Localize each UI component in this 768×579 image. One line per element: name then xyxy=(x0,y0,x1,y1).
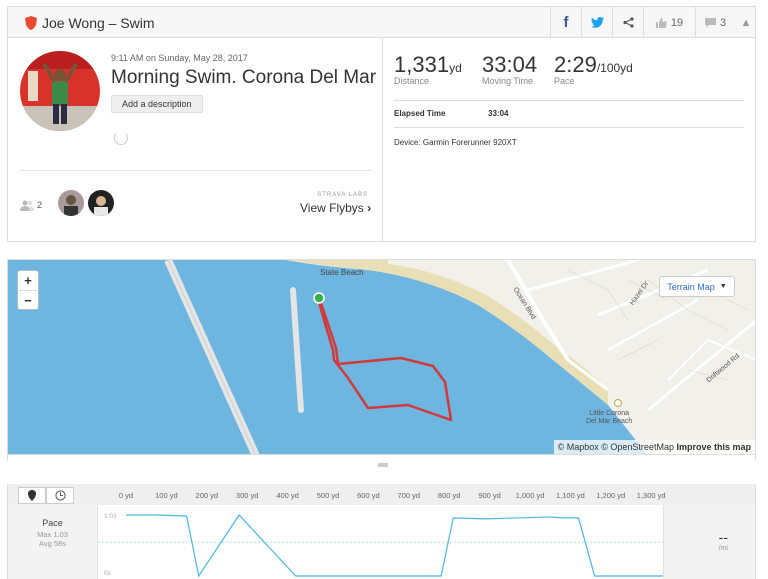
group-athlete-avatar[interactable] xyxy=(88,190,114,216)
kudos-button[interactable]: 19 xyxy=(643,7,695,38)
activity-map[interactable]: + − State Beach Ocean Blvd Hazel Dr Drif… xyxy=(7,259,756,455)
pace-readout-unit: /mi xyxy=(718,545,728,552)
avatar-photo xyxy=(20,51,100,131)
x-tick-label: 800 yd xyxy=(437,491,461,500)
y-tick-label: 0s xyxy=(104,570,112,577)
zoom-controls: + − xyxy=(17,270,39,310)
divider xyxy=(394,100,744,101)
group-athlete-avatar[interactable] xyxy=(58,190,84,216)
x-tick-label: 0 yd xyxy=(118,491,134,500)
view-flybys-label: View Flybys xyxy=(300,201,364,215)
activity-name[interactable]: Morning Swim. Corona Del Mar xyxy=(111,67,376,89)
kudos-count: 19 xyxy=(670,16,684,29)
x-tick-label: 100 yd xyxy=(155,491,178,500)
pace-series-line xyxy=(126,514,664,578)
comments-button[interactable]: 3 xyxy=(695,7,735,38)
twitter-icon xyxy=(590,17,604,28)
mapbox-link[interactable]: © Mapbox xyxy=(558,442,599,452)
distance-label: Distance xyxy=(394,76,430,86)
chart-toolbar: 0 yd 100 yd 200 yd 300 yd 400 yd 500 yd 600 yd… xyxy=(8,484,755,505)
distance-unit: yd xyxy=(449,61,462,75)
athletes-icon xyxy=(20,200,34,211)
zoom-out-button[interactable]: − xyxy=(18,291,38,311)
x-tick-label: 900 yd xyxy=(478,491,501,500)
pace-readout: -- /mi xyxy=(663,505,755,579)
map-attribution: © Mapbox © OpenStreetMap Improve this ma… xyxy=(553,440,755,454)
divider xyxy=(394,127,744,128)
drag-handle-icon xyxy=(378,463,388,467)
collapse-button[interactable]: ▲ xyxy=(735,7,757,38)
pin-icon xyxy=(28,490,36,501)
comment-count: 3 xyxy=(719,16,727,29)
caret-down-icon: ▼ xyxy=(719,283,727,290)
pace-readout-value: -- xyxy=(718,529,728,545)
map-label-beach: State Beach xyxy=(320,268,364,277)
elapsed-time-value: 33:04 xyxy=(488,109,509,118)
facebook-icon: f xyxy=(563,14,569,31)
activity-stats-pane: 1,331yd Distance 33:04 Moving Time 2:29/… xyxy=(384,38,756,241)
activity-details-pane: 9:11 AM on Sunday, May 28, 2017 Morning … xyxy=(8,38,383,241)
activity-page: Joe Wong – Swim f 19 3 ▲ 9:11 AM on Sund… xyxy=(0,0,768,579)
pace-value: 2:29 xyxy=(554,52,597,77)
activity-summary-card: Joe Wong – Swim f 19 3 ▲ 9:11 AM on Sund… xyxy=(7,6,756,242)
map-label-beach: Little Corona Del Mar Beach xyxy=(586,410,633,425)
moving-time-stat: 33:04 Moving Time xyxy=(482,52,537,86)
chevron-up-icon: ▲ xyxy=(740,16,752,29)
x-tick-label: 700 yd xyxy=(397,491,421,500)
chevron-right-icon: › xyxy=(367,201,372,215)
osm-link[interactable]: © OpenStreetMap xyxy=(601,442,674,452)
pace-max: Max 1:03 xyxy=(37,530,68,539)
terrain-map-select[interactable]: Terrain Map ▼ xyxy=(659,276,735,297)
terrain-map-label: Terrain Map xyxy=(667,281,715,292)
strava-labs-label: STRAVA LABS xyxy=(317,192,368,198)
device-info: Device: Garmin Forerunner 920XT xyxy=(394,138,517,147)
pace-avg: Avg 58s xyxy=(39,539,66,548)
pace-unit: /100yd xyxy=(596,61,633,75)
x-tick-label: 300 yd xyxy=(235,491,259,500)
activity-title: Joe Wong – Swim xyxy=(42,15,155,31)
x-tick-label: 400 yd xyxy=(276,491,299,500)
x-tick-label: 600 yd xyxy=(357,491,380,500)
athlete-count: 2 xyxy=(37,200,43,210)
activity-datetime: 9:11 AM on Sunday, May 28, 2017 xyxy=(111,53,248,63)
share-icon xyxy=(622,17,634,28)
distance-value: 1,331 xyxy=(394,52,450,77)
twitter-share-button[interactable] xyxy=(581,7,612,38)
loading-spinner-icon xyxy=(114,131,128,145)
map-resize-handle[interactable] xyxy=(7,455,756,467)
x-tick-label: 1,200 yd xyxy=(596,491,626,500)
x-tick-label: 500 yd xyxy=(316,491,340,500)
share-button[interactable] xyxy=(612,7,643,38)
x-tick-label: 1,000 yd xyxy=(515,491,545,500)
comment-icon xyxy=(704,17,716,27)
pace-legend: Pace Max 1:03 Avg 58s xyxy=(8,505,98,579)
activity-type-icon xyxy=(25,16,37,30)
activity-header: Joe Wong – Swim f 19 3 ▲ xyxy=(8,7,755,38)
distance-mode-button[interactable] xyxy=(18,487,46,504)
improve-map-link[interactable]: Improve this map xyxy=(676,442,751,452)
x-tick-label: 1,100 yd xyxy=(556,491,585,500)
moving-time-label: Moving Time xyxy=(482,76,534,86)
add-description-button[interactable]: Add a description xyxy=(111,95,203,113)
divider xyxy=(20,170,371,171)
pace-label: Pace xyxy=(554,76,575,86)
moving-time-value: 33:04 xyxy=(482,52,538,77)
facebook-share-button[interactable]: f xyxy=(550,7,581,38)
pace-plot[interactable]: 1:03 0s xyxy=(98,505,665,579)
zoom-in-button[interactable]: + xyxy=(18,271,38,291)
group-athletes[interactable]: 2 xyxy=(20,195,50,215)
x-tick-label: 200 yd xyxy=(195,491,219,500)
time-mode-button[interactable] xyxy=(46,487,74,504)
view-flybys-link[interactable]: View Flybys › xyxy=(300,201,371,215)
x-tick-label: 1,300 yd xyxy=(636,491,666,500)
thumbs-up-icon xyxy=(655,17,667,28)
pace-stat: 2:29/100yd Pace xyxy=(554,52,633,86)
distance-stat: 1,331yd Distance xyxy=(394,52,462,86)
y-tick-label: 1:03 xyxy=(104,513,117,520)
pace-label: Pace xyxy=(42,518,63,528)
athlete-avatar[interactable] xyxy=(20,51,100,131)
elapsed-time-label: Elapsed Time xyxy=(394,109,446,118)
clock-icon xyxy=(54,490,66,501)
analysis-chart: 0 yd 100 yd 200 yd 300 yd 400 yd 500 yd 600 yd… xyxy=(7,484,756,579)
